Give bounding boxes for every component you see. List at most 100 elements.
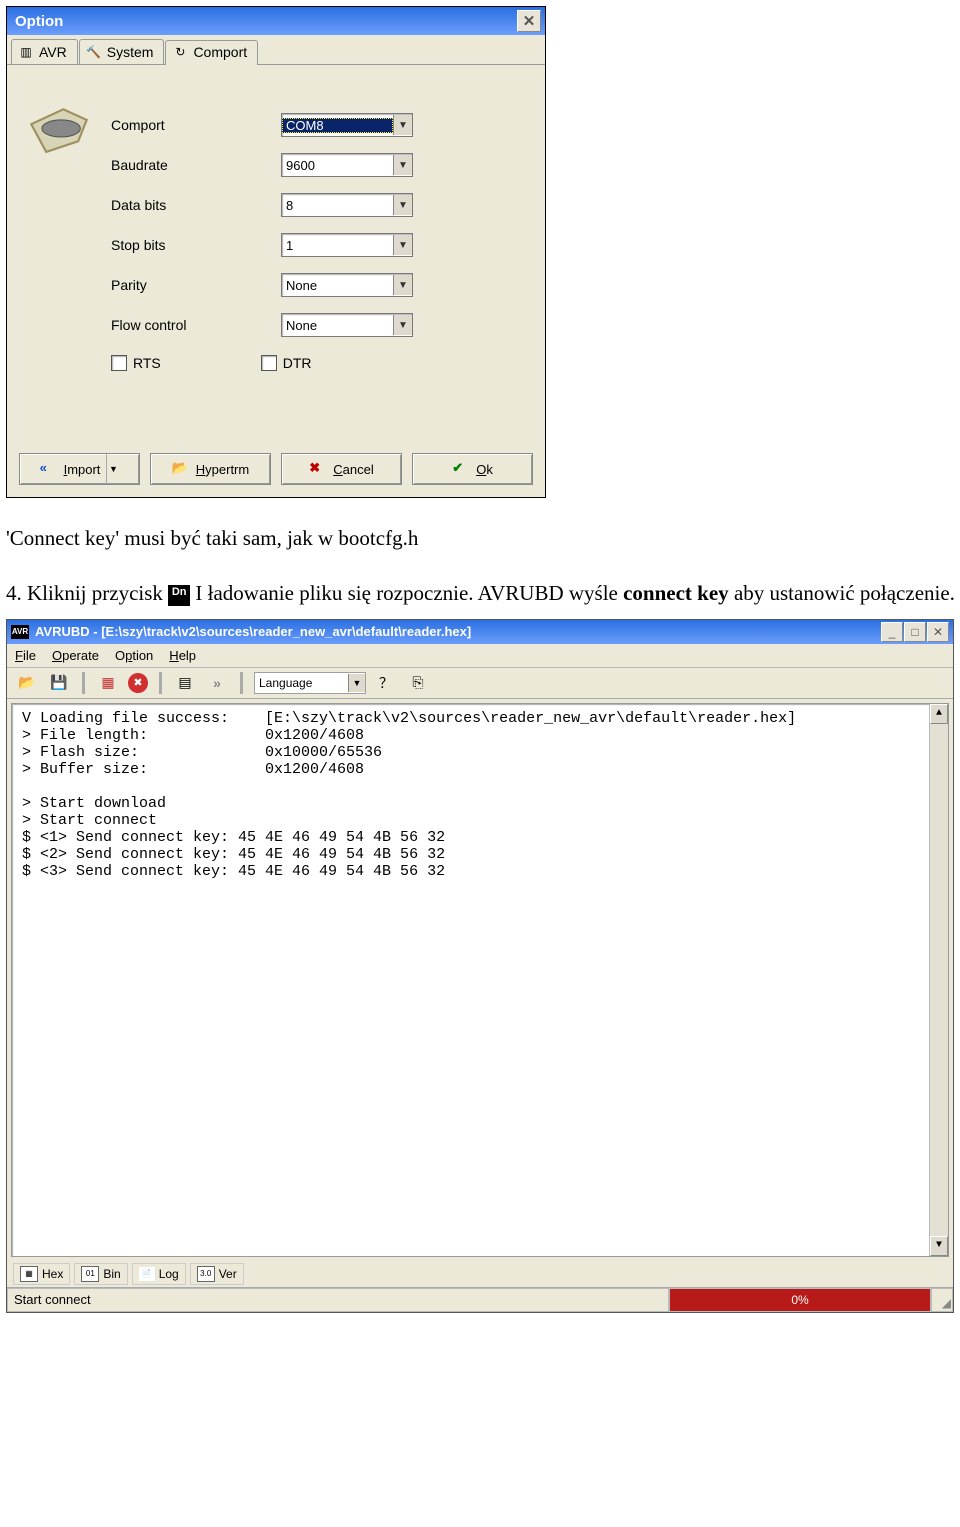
menu-help[interactable]: Help: [169, 648, 196, 663]
separator: [240, 672, 243, 694]
avrubd-window: AVR AVRUBD - [E:\szy\track\v2\sources\re…: [6, 619, 954, 1313]
dtr-checkbox[interactable]: [261, 355, 277, 371]
chevron-down-icon: ▼: [393, 155, 412, 175]
hex-icon: ▦: [20, 1266, 38, 1282]
close-icon: ✕: [523, 12, 536, 30]
serial-connector-icon: [27, 105, 91, 153]
tab-log[interactable]: 📄 Log: [132, 1263, 186, 1285]
row-comport: Comport COM8 ▼: [111, 105, 525, 145]
tab-ver[interactable]: 3.0 Ver: [190, 1263, 244, 1285]
language-select[interactable]: Language ▼: [254, 672, 366, 694]
menu-file[interactable]: File: [15, 648, 36, 663]
bin-icon: 01: [81, 1266, 99, 1282]
chevron-down-icon: ▼: [393, 235, 412, 255]
refresh-icon: ↻: [172, 44, 188, 60]
exit-icon[interactable]: ⎘: [406, 672, 430, 694]
chevron-down-icon: ▼: [393, 115, 412, 135]
app-icon: AVR: [11, 625, 29, 639]
scroll-up-icon[interactable]: ▲: [930, 704, 948, 724]
close-button[interactable]: ✕: [517, 10, 541, 32]
ok-button[interactable]: ✔ Ok: [412, 453, 533, 485]
option-dialog: Option ✕ ▥ AVR 🔨 System ↻ Comport: [6, 6, 546, 498]
language-label: Language: [255, 676, 348, 690]
download-chip-icon[interactable]: ▦: [96, 672, 120, 694]
baudrate-label: Baudrate: [111, 157, 281, 173]
minimize-button[interactable]: _: [881, 622, 903, 642]
comport-label: Comport: [111, 117, 281, 133]
tab-comport-label: Comport: [193, 44, 247, 60]
parity-value: None: [282, 278, 393, 293]
tab-system-label: System: [107, 44, 154, 60]
import-button[interactable]: « IImportmport ▼: [19, 453, 140, 485]
cancel-button[interactable]: ✖ Cancel: [281, 453, 402, 485]
ver-label: Ver: [219, 1267, 237, 1281]
maximize-button[interactable]: □: [904, 622, 926, 642]
console-output: V Loading file success: [E:\szy\track\v2…: [11, 703, 949, 1257]
bin-label: Bin: [103, 1267, 120, 1281]
stopbits-label: Stop bits: [111, 237, 281, 253]
check-icon: ✔: [452, 460, 470, 478]
bottom-tabs: ▦Hex 01 Bin 📄 Log 3.0 Ver: [7, 1261, 953, 1287]
databits-select[interactable]: 8 ▼: [281, 193, 413, 217]
open-icon[interactable]: 📂: [15, 672, 39, 694]
close-button[interactable]: ✕: [927, 622, 949, 642]
console-text: V Loading file success: [E:\szy\track\v2…: [22, 710, 796, 880]
scroll-down-icon[interactable]: ▼: [930, 1236, 948, 1256]
comport-panel: Comport COM8 ▼ Baudrate 9600 ▼: [7, 65, 545, 497]
paragraph-step-4: 4. Kliknij przycisk Dn I ładowanie pliku…: [6, 579, 960, 608]
ver-icon: 3.0: [197, 1266, 215, 1282]
avrubd-title: AVRUBD - [E:\szy\track\v2\sources\reader…: [35, 624, 881, 639]
menu-operate[interactable]: Operate: [52, 648, 99, 663]
baudrate-value: 9600: [282, 158, 393, 173]
parity-select[interactable]: None ▼: [281, 273, 413, 297]
tab-avr[interactable]: ▥ AVR: [11, 39, 78, 64]
flow-select[interactable]: None ▼: [281, 313, 413, 337]
stop-icon[interactable]: ✖: [128, 673, 148, 693]
databits-label: Data bits: [111, 197, 281, 213]
download-icon: Dn: [168, 585, 190, 606]
paragraph-connect-key: 'Connect key' musi być taki sam, jak w b…: [6, 524, 960, 553]
help-icon[interactable]: ？: [374, 672, 398, 694]
scrollbar[interactable]: ▲▼: [929, 704, 948, 1256]
rts-checkbox[interactable]: [111, 355, 127, 371]
tab-avr-label: AVR: [39, 44, 67, 60]
comport-value: COM8: [282, 118, 393, 133]
menu-option[interactable]: Option: [115, 648, 153, 663]
dialog-buttons: « IImportmport ▼ 📂 Hypertrm ✖ Cancel ✔ O…: [7, 441, 545, 497]
tab-hex[interactable]: ▦Hex: [13, 1263, 70, 1285]
forward-icon[interactable]: »: [205, 672, 229, 694]
stopbits-select[interactable]: 1 ▼: [281, 233, 413, 257]
parity-label: Parity: [111, 277, 281, 293]
status-text: Start connect: [7, 1288, 669, 1312]
step4-tail: aby ustanowić połączenie.: [734, 581, 955, 605]
menubar: File Operate Option Help: [7, 644, 953, 668]
cancel-icon: ✖: [309, 460, 327, 478]
save-icon[interactable]: 💾: [47, 672, 71, 694]
progress-bar: 0%: [669, 1288, 931, 1312]
tab-system[interactable]: 🔨 System: [79, 39, 165, 64]
tab-bin[interactable]: 01 Bin: [74, 1263, 127, 1285]
tab-comport[interactable]: ↻ Comport: [165, 40, 258, 65]
chip-icon: ▥: [18, 44, 34, 60]
folder-icon: 📂: [172, 460, 190, 478]
log-icon: 📄: [139, 1267, 155, 1281]
title-path: - [E:\szy\track\v2\sources\reader_new_av…: [90, 624, 472, 639]
log-label: Log: [159, 1267, 179, 1281]
dropdown-arrow-icon[interactable]: ▼: [106, 454, 119, 484]
option-titlebar[interactable]: Option ✕: [7, 7, 545, 35]
databits-value: 8: [282, 198, 393, 213]
hammer-icon: 🔨: [86, 44, 102, 60]
flow-label: Flow control: [111, 317, 281, 333]
dtr-label: DTR: [283, 355, 312, 371]
status-bar: Start connect 0% ◢: [7, 1287, 953, 1312]
step4-mid: I ładowanie pliku się rozpocznie. AVRUBD…: [195, 581, 623, 605]
stopbits-value: 1: [282, 238, 393, 253]
avrubd-titlebar[interactable]: AVR AVRUBD - [E:\szy\track\v2\sources\re…: [7, 620, 953, 644]
resize-grip[interactable]: ◢: [931, 1288, 953, 1312]
list-icon[interactable]: ▤: [173, 672, 197, 694]
chevron-down-icon: ▼: [393, 275, 412, 295]
baudrate-select[interactable]: 9600 ▼: [281, 153, 413, 177]
separator: [82, 672, 85, 694]
comport-select[interactable]: COM8 ▼: [281, 113, 413, 137]
hypertrm-button[interactable]: 📂 Hypertrm: [150, 453, 271, 485]
